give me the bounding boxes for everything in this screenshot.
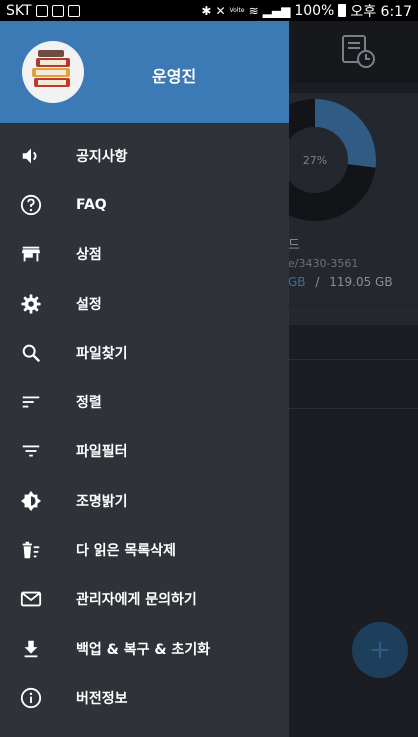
- menu-item-label: FAQ: [76, 196, 107, 213]
- battery-icon: [338, 4, 347, 17]
- divider: [285, 408, 418, 409]
- menu-item-faq[interactable]: FAQ: [0, 180, 289, 229]
- storage-total: 119.05 GB: [329, 275, 393, 289]
- donut-percent: 27%: [303, 154, 327, 167]
- menu-item-label: 설정: [76, 296, 102, 313]
- clock: 오후 6:17: [350, 3, 412, 20]
- menu-item-brightness[interactable]: 조명밝기: [0, 476, 289, 525]
- shield-notification-icon: [51, 4, 64, 17]
- delete-list-icon: [22, 541, 40, 559]
- menu-item-label: 버전정보: [76, 690, 128, 707]
- menu-item-notice[interactable]: 공지사항: [0, 131, 289, 180]
- download-icon: [24, 640, 38, 657]
- menu-item-label: 파일필터: [76, 444, 128, 461]
- menu-item-delete-read-list[interactable]: 다 읽은 목록삭제: [0, 525, 289, 574]
- add-button[interactable]: +: [352, 622, 408, 678]
- search-icon: [22, 344, 41, 362]
- sort-icon: [22, 396, 40, 408]
- status-bar: SKT ✱ ✕ Volte ≋ ▂▄▆ 100% 오후 6:17: [0, 0, 418, 21]
- menu-item-backup-restore[interactable]: 백업 & 복구 & 초기화: [0, 624, 289, 673]
- volume-icon: [22, 148, 37, 163]
- filter-icon: [22, 445, 40, 457]
- history-icon[interactable]: [340, 33, 376, 69]
- help-icon: [20, 194, 42, 216]
- navigation-drawer: 운영진 공지사항 FAQ 상점 설정 파일찾기 정렬 파일필터 조명밝기 다 읽…: [0, 21, 289, 737]
- carrier-label: SKT: [6, 2, 32, 19]
- menu-item-contact-admin[interactable]: 관리자에게 문의하기: [0, 575, 289, 624]
- gear-icon: [21, 293, 41, 314]
- menu-item-label: 다 읽은 목록삭제: [76, 543, 176, 560]
- storage-usage: GB / 119.05 GB: [288, 275, 393, 289]
- books-icon: [32, 50, 70, 87]
- user-name: 운영진: [152, 67, 197, 86]
- menu-item-label: 관리자에게 문의하기: [76, 592, 197, 609]
- storage-used: GB: [288, 275, 306, 289]
- storage-path: e/3430-3561: [288, 257, 359, 270]
- brightness-icon: [20, 490, 42, 511]
- wifi-icon: ≋: [248, 3, 259, 18]
- menu-item-label: 백업 & 복구 & 초기화: [76, 641, 211, 658]
- menu-item-store[interactable]: 상점: [0, 230, 289, 279]
- battery-percent: 100%: [294, 2, 335, 19]
- menu-item-file-filter[interactable]: 파일필터: [0, 427, 289, 476]
- menu-item-label: 파일찾기: [76, 345, 128, 362]
- volte-label: Volte: [229, 7, 245, 14]
- mail-icon: [20, 591, 42, 607]
- info-icon: [20, 687, 42, 708]
- menu-item-version-info[interactable]: 버전정보: [0, 673, 289, 722]
- storage-separator: /: [315, 275, 320, 289]
- app-notification-icon: [67, 4, 80, 17]
- mute-icon: ✕: [215, 3, 226, 18]
- gallery-notification-icon: [35, 4, 48, 17]
- drawer-header: 운영진: [0, 21, 289, 123]
- bluetooth-icon: ✱: [201, 3, 212, 18]
- store-icon: [21, 246, 41, 262]
- menu-item-label: 공지사항: [76, 148, 128, 165]
- divider: [285, 359, 418, 360]
- menu-item-settings[interactable]: 설정: [0, 279, 289, 328]
- menu-item-file-search[interactable]: 파일찾기: [0, 328, 289, 377]
- menu-item-label: 상점: [76, 247, 102, 264]
- divider: [285, 310, 418, 311]
- menu-item-label: 조명밝기: [76, 493, 128, 510]
- drawer-menu: 공지사항 FAQ 상점 설정 파일찾기 정렬 파일필터 조명밝기 다 읽은 목록…: [0, 131, 289, 723]
- menu-item-sort[interactable]: 정렬: [0, 377, 289, 426]
- menu-item-label: 정렬: [76, 395, 102, 412]
- avatar[interactable]: [22, 41, 84, 103]
- signal-icon: ▂▄▆: [262, 3, 291, 18]
- storage-name: 드: [288, 238, 300, 253]
